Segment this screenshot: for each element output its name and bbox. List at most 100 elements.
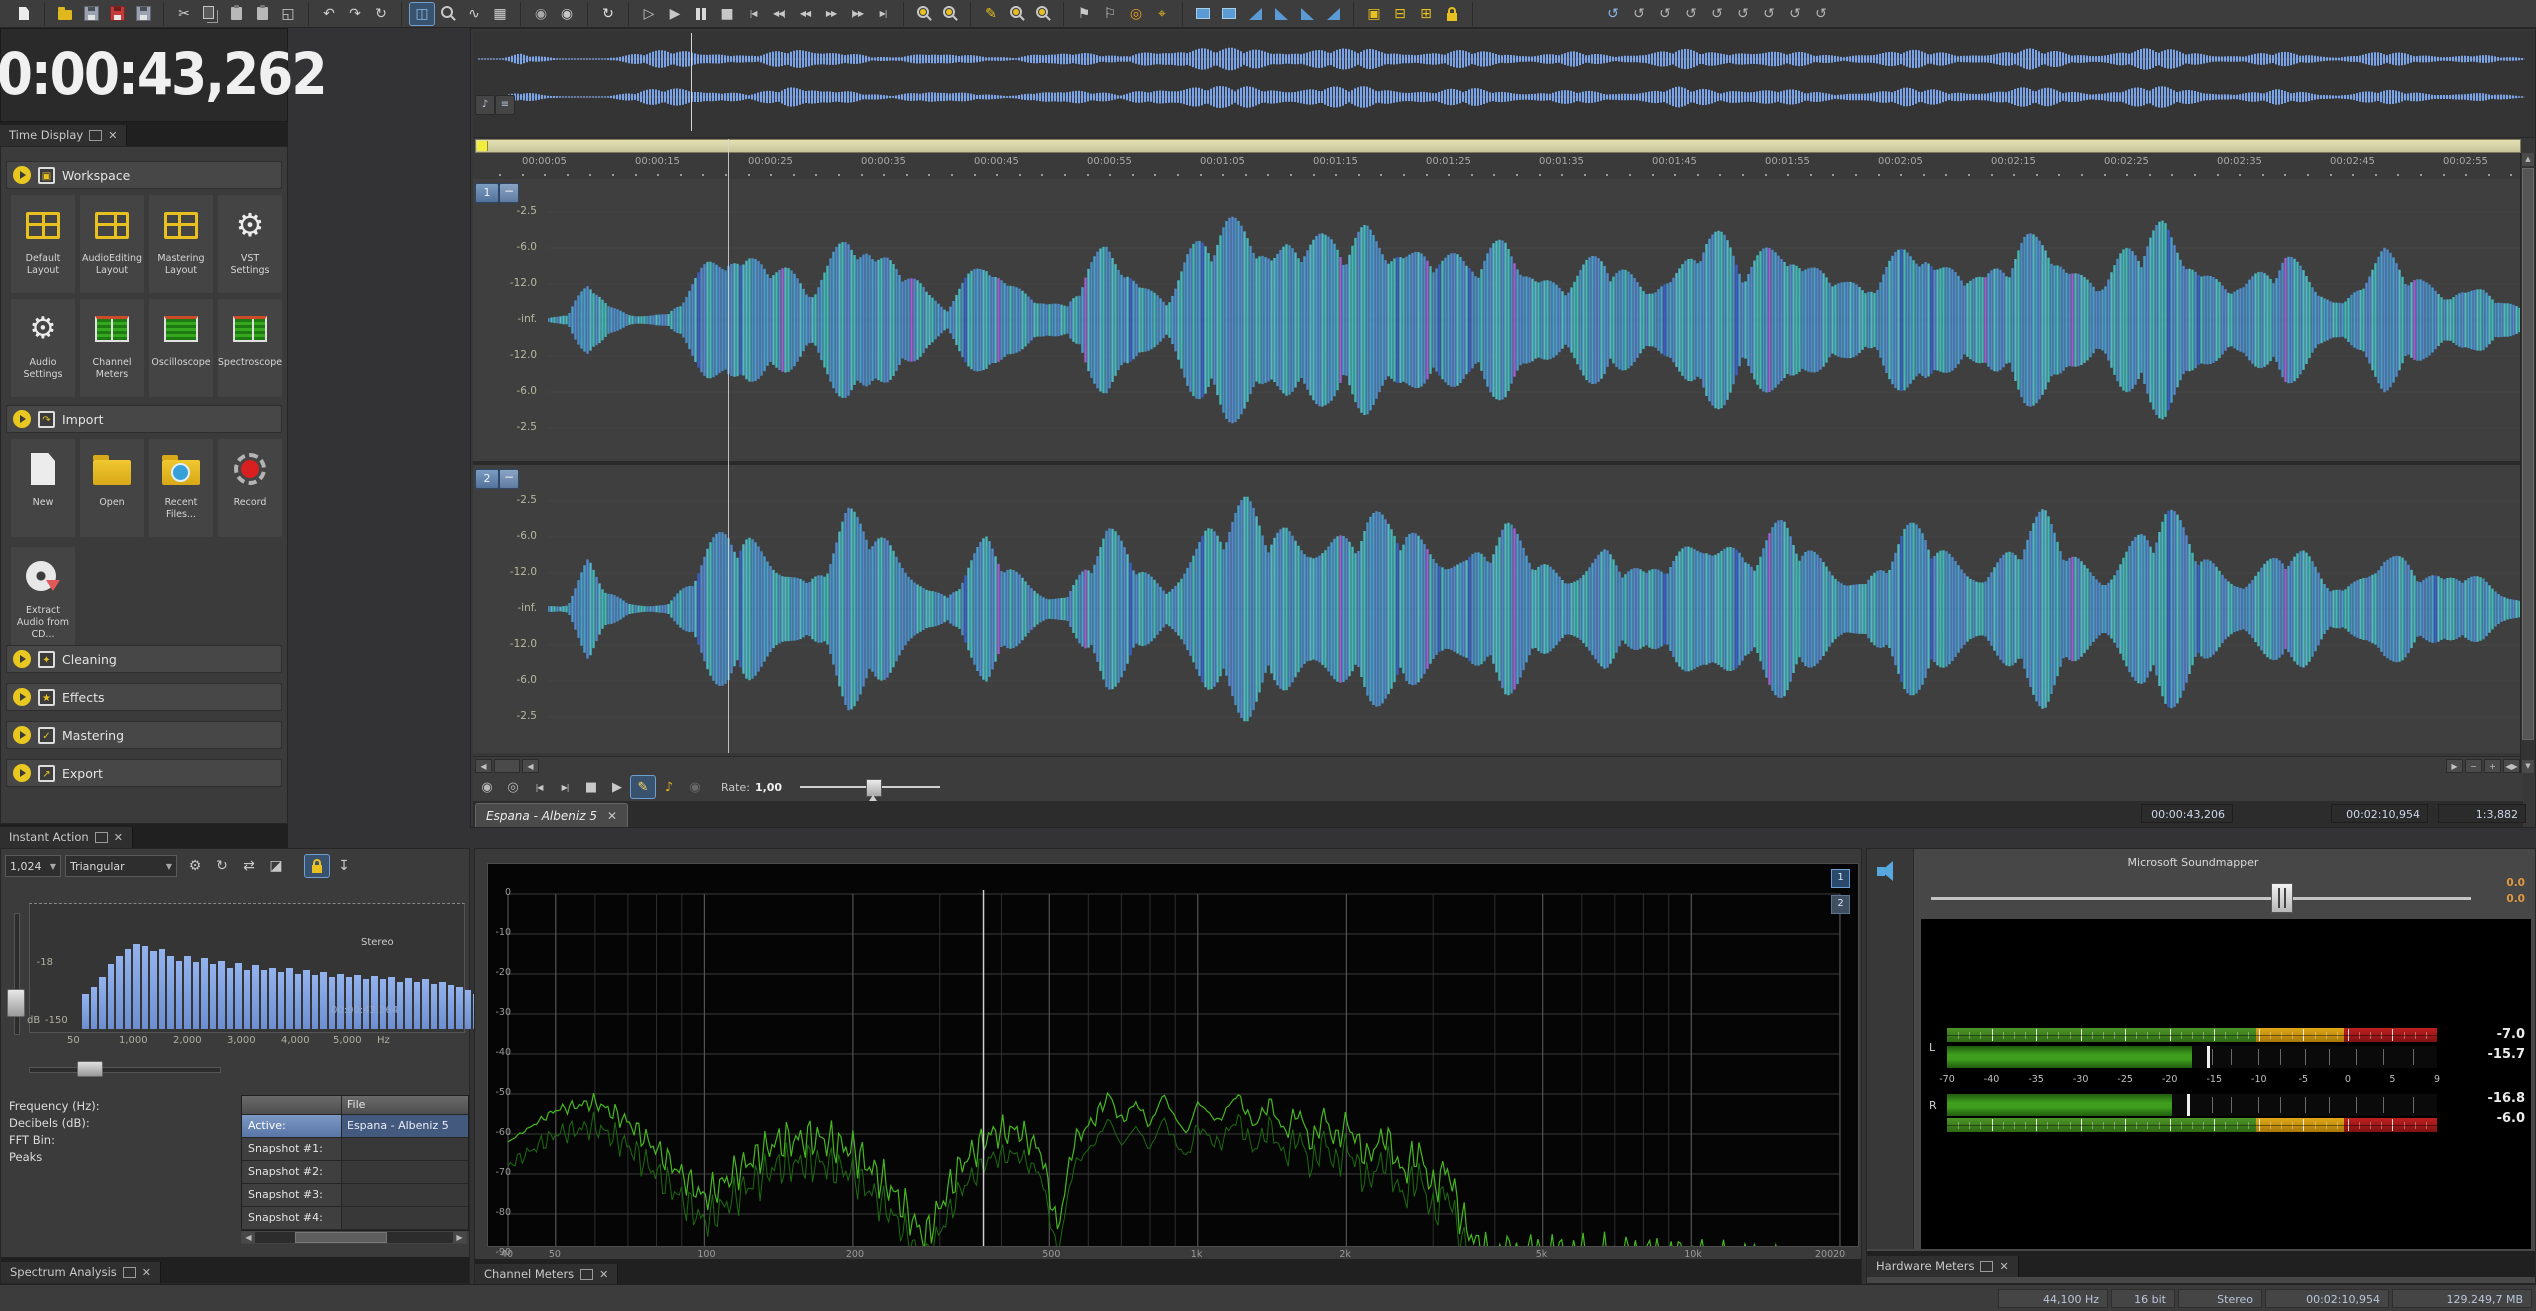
spectroscope-channel-2-button[interactable]: 2 — [1831, 895, 1850, 914]
repeat-icon[interactable]: ↻ — [369, 3, 393, 25]
fx-pitch-icon[interactable]: ↺ — [1783, 3, 1807, 25]
channel-2-minimize-button[interactable]: − — [499, 469, 519, 489]
close-icon[interactable]: ✕ — [114, 833, 123, 842]
instant-action-titlebar[interactable]: Instant Action ✕ — [0, 827, 133, 848]
section-header-workspace[interactable]: ▣Workspace — [6, 161, 282, 189]
paste-mix-icon[interactable]: ◫ — [410, 3, 434, 25]
oscilloscope-button[interactable]: Oscilloscope — [149, 299, 213, 397]
table-row[interactable]: Snapshot #2: — [242, 1161, 468, 1184]
insert-silence-icon[interactable]: ⊞ — [1414, 3, 1438, 25]
float-icon[interactable] — [89, 130, 102, 141]
channel-meters-titlebar[interactable]: Channel Meters ✕ — [475, 1264, 618, 1285]
channel-2-button[interactable]: 2 — [475, 469, 499, 489]
section-header-effects[interactable]: ★Effects — [6, 683, 282, 711]
fade-out-quick-icon[interactable] — [1295, 3, 1319, 25]
marker-previous-icon[interactable]: ⚑ — [1072, 3, 1096, 25]
audioediting-layout-button[interactable]: AudioEditing Layout — [80, 195, 144, 293]
transport-stop-icon[interactable]: ■ — [579, 776, 603, 798]
window-type-select[interactable]: Triangular▼ — [65, 855, 177, 877]
channel-1-button[interactable]: 1 — [475, 183, 499, 203]
scroll-up-icon[interactable]: ▲ — [2522, 153, 2534, 166]
section-header-import[interactable]: ↷Import — [6, 405, 282, 433]
fx-eq-icon[interactable]: ↺ — [1653, 3, 1677, 25]
select-to-start-icon[interactable] — [1191, 3, 1215, 25]
fx-favorites-icon[interactable]: ↺ — [1601, 3, 1625, 25]
fx-delay-icon[interactable]: ↺ — [1731, 3, 1755, 25]
float-icon[interactable] — [95, 832, 108, 843]
fast-forward-icon[interactable]: ▶▶ — [819, 3, 843, 25]
transport-record-disabled-icon[interactable]: ◉ — [683, 776, 707, 798]
fade-out-icon[interactable] — [1269, 3, 1293, 25]
go-to-start-icon[interactable]: |◀ — [741, 3, 765, 25]
time-display-titlebar[interactable]: Time Display ✕ — [0, 125, 127, 146]
lock-event-icon[interactable] — [1440, 3, 1464, 25]
transport-monitor-icon[interactable]: ♪ — [657, 776, 681, 798]
close-icon[interactable]: ✕ — [1999, 1262, 2008, 1271]
channel-meters-button[interactable]: Channel Meters — [80, 299, 144, 397]
zoom-in-time-icon[interactable]: + — [2484, 759, 2501, 773]
position-bar[interactable] — [475, 139, 2521, 153]
table-row[interactable]: Snapshot #1: — [242, 1138, 468, 1161]
zoom-ratio-box[interactable]: 1:3,882 — [2438, 804, 2526, 823]
audio-settings-button[interactable]: ⚙Audio Settings — [11, 299, 75, 397]
trim-crop-icon[interactable]: ◱ — [276, 3, 300, 25]
expand-arrow-icon[interactable] — [13, 650, 31, 668]
length-box[interactable]: 00:02:10,954 — [2331, 804, 2428, 823]
save-as-icon[interactable] — [105, 3, 129, 25]
envelope-tool-icon[interactable] — [1321, 3, 1345, 25]
transport-go-end-icon[interactable]: ▶| — [553, 776, 577, 798]
expand-arrow-icon[interactable] — [13, 764, 31, 782]
plugin-manager-icon[interactable]: ▦ — [488, 3, 512, 25]
time-ruler[interactable]: 00:00:0500:00:1500:00:2500:00:3500:00:45… — [473, 153, 2523, 180]
loop-playback-icon[interactable]: ↻ — [596, 3, 620, 25]
statistics-icon[interactable]: ∿ — [462, 3, 486, 25]
rate-slider[interactable] — [800, 777, 940, 797]
output-gain-slider-handle[interactable] — [2271, 883, 2293, 913]
scrollbar-thumb[interactable] — [295, 1232, 387, 1243]
scroll-left-icon[interactable]: ◀ — [242, 1232, 255, 1243]
scroll-left-page-icon[interactable]: ◀ — [522, 759, 539, 773]
paste-special-icon[interactable] — [250, 3, 274, 25]
marker-next-icon[interactable]: ⚐ — [1098, 3, 1122, 25]
undo-icon[interactable]: ↶ — [317, 3, 341, 25]
open-button[interactable]: Open — [80, 439, 144, 537]
center-cursor-icon[interactable]: ⌖ — [1150, 3, 1174, 25]
fx-dynamics-icon[interactable]: ↺ — [1679, 3, 1703, 25]
speaker-icon[interactable] — [1875, 859, 1905, 883]
float-icon[interactable] — [123, 1267, 136, 1278]
transport-play-icon[interactable]: ▶ — [605, 776, 629, 798]
zoom-in-selection-icon[interactable] — [1005, 3, 1029, 25]
spectroscope-channel-1-button[interactable]: 1 — [1831, 869, 1850, 888]
select-to-end-icon[interactable] — [1217, 3, 1241, 25]
channel-1-minimize-button[interactable]: − — [499, 183, 519, 203]
transport-loop-icon[interactable]: ◎ — [501, 776, 525, 798]
spectroscope-button[interactable]: Spectroscope — [218, 299, 282, 397]
spectrum-titlebar[interactable]: Spectrum Analysis ✕ — [1, 1262, 161, 1283]
cursor-position-box[interactable]: 00:00:43,206 — [2141, 804, 2233, 823]
float-icon[interactable] — [1980, 1261, 1993, 1272]
table-row[interactable]: Active:Espana - Albeniz 5 — [242, 1115, 468, 1138]
zoom-tool-icon[interactable] — [436, 3, 460, 25]
go-to-previous-icon[interactable]: ◀◀| — [767, 3, 791, 25]
zoom-normal-icon[interactable] — [1031, 3, 1055, 25]
crossfade-icon[interactable]: ▣ — [1362, 3, 1386, 25]
zoom-out-time-icon[interactable]: − — [2465, 759, 2482, 773]
new-file-icon[interactable] — [12, 3, 36, 25]
spectrum-vslider-handle[interactable] — [7, 989, 25, 1017]
expand-arrow-icon[interactable] — [13, 688, 31, 706]
expand-arrow-icon[interactable] — [13, 410, 31, 428]
spectrum-settings-icon[interactable]: ⚙ — [183, 855, 207, 877]
drop-marker-icon[interactable]: ◎ — [1124, 3, 1148, 25]
redo-icon[interactable]: ↷ — [343, 3, 367, 25]
copy-icon[interactable] — [198, 3, 222, 25]
close-icon[interactable]: ✕ — [607, 809, 617, 823]
fft-size-select[interactable]: 1,024▼ — [5, 855, 61, 877]
snapshot-table-scrollbar[interactable]: ◀ ▶ — [241, 1231, 467, 1244]
expand-arrow-icon[interactable] — [13, 166, 31, 184]
file-tab[interactable]: Espana - Albeniz 5 ✕ — [475, 803, 628, 827]
recent-files-button[interactable]: Recent Files... — [149, 439, 213, 537]
spectrum-grab-icon[interactable]: ↧ — [332, 855, 356, 877]
waveform-channel-1[interactable] — [473, 179, 2523, 461]
paste-icon[interactable] — [224, 3, 248, 25]
table-row[interactable]: Snapshot #3: — [242, 1184, 468, 1207]
